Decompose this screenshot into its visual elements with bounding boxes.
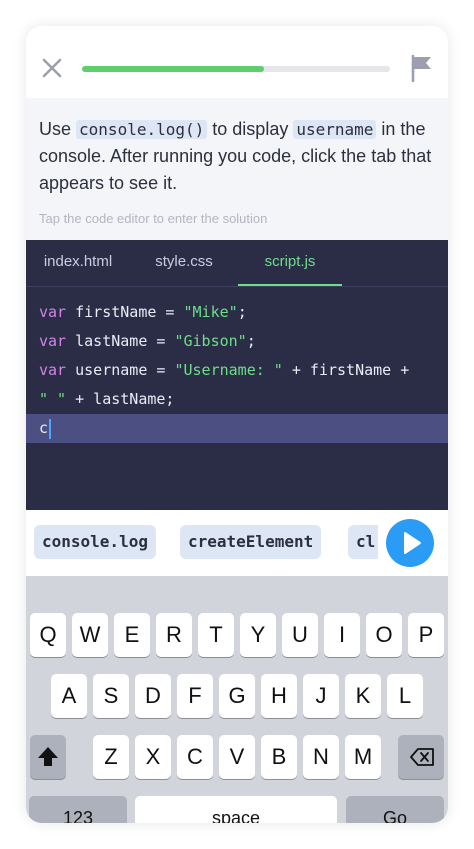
tab-index-html[interactable]: index.html [26,240,130,286]
editor-hint: Tap the code editor to enter the solutio… [39,211,268,226]
tab-script-js[interactable]: script.js [238,240,342,286]
text-cursor [49,418,52,439]
code-text: username = [66,361,175,379]
string-literal: "Username: " [174,361,283,379]
code-text: ; [246,332,256,350]
keyword: var [39,303,67,321]
instructions-panel: Use console.log() to display username in… [26,98,448,240]
code-text: lastName = [66,332,175,350]
code-area[interactable]: var firstName = "Mike"; var lastName = "… [26,298,448,443]
keyword: var [39,361,67,379]
numbers-key[interactable]: 123 [29,796,127,823]
suggestion-console-log[interactable]: console.log [34,525,156,559]
space-key[interactable]: space [135,796,337,823]
task-text-mid: to display [212,119,289,139]
progress-bar [82,66,390,72]
key-w[interactable]: W [72,613,108,657]
key-r[interactable]: R [156,613,192,657]
code-text: c [39,419,49,437]
code-line-2: var lastName = "Gibson"; [26,327,448,356]
key-j[interactable]: J [303,674,339,718]
task-text: Use console.log() to display username in… [39,116,435,197]
progress-bar-fill [82,66,264,72]
key-c[interactable]: C [177,735,213,779]
string-literal: "Gibson" [174,332,247,350]
code-text: firstName = [66,303,184,321]
tab-style-css[interactable]: style.css [130,240,238,286]
key-p[interactable]: P [408,613,444,657]
close-icon[interactable] [40,56,64,80]
key-q[interactable]: Q [30,613,66,657]
key-m[interactable]: M [345,735,381,779]
keyword: var [39,332,67,350]
code-line-5-active[interactable]: c [26,414,448,443]
backspace-icon [410,748,434,766]
keyboard: 123 space Go QWERTYUIOP ASDFGHJKL ZXCVBNM [26,576,448,823]
code-chip-console-log: console.log() [76,120,208,139]
code-text: + firstName + [282,361,410,379]
shift-key[interactable] [30,735,66,779]
key-o[interactable]: O [366,613,402,657]
key-h[interactable]: H [261,674,297,718]
suggestion-cl[interactable]: cl [348,525,378,559]
key-s[interactable]: S [93,674,129,718]
key-k[interactable]: K [345,674,381,718]
key-b[interactable]: B [261,735,297,779]
play-icon [404,532,421,554]
key-d[interactable]: D [135,674,171,718]
code-line-4: " " + lastName; [26,385,448,414]
key-t[interactable]: T [198,613,234,657]
flag-icon[interactable] [410,54,434,83]
task-text-use: Use [39,119,72,139]
shift-arrow-icon [38,747,58,766]
key-u[interactable]: U [282,613,318,657]
file-tabs: index.html style.css script.js [26,240,448,287]
key-n[interactable]: N [303,735,339,779]
code-line-3: var username = "Username: " + firstName … [26,356,448,385]
key-y[interactable]: Y [240,613,276,657]
key-e[interactable]: E [114,613,150,657]
key-v[interactable]: V [219,735,255,779]
suggestion-create-element[interactable]: createElement [180,525,322,559]
run-button[interactable] [386,519,434,567]
code-chip-username: username [293,120,377,139]
autocomplete-bar: console.log createElement cl [26,510,448,576]
string-literal: " " [39,390,67,408]
key-g[interactable]: G [219,674,255,718]
key-i[interactable]: I [324,613,360,657]
go-key[interactable]: Go [346,796,444,823]
suggestion-clip: cl [348,525,378,559]
key-f[interactable]: F [177,674,213,718]
top-bar [26,26,448,98]
key-a[interactable]: A [51,674,87,718]
code-line-1: var firstName = "Mike"; [26,298,448,327]
key-z[interactable]: Z [93,735,129,779]
string-literal: "Mike" [183,303,238,321]
lesson-card: Use console.log() to display username in… [26,26,448,823]
code-text: + lastName; [66,390,175,408]
key-l[interactable]: L [387,674,423,718]
code-text: ; [237,303,247,321]
key-x[interactable]: X [135,735,171,779]
code-editor[interactable]: index.html style.css script.js var first… [26,240,448,510]
backspace-key[interactable] [398,735,444,779]
